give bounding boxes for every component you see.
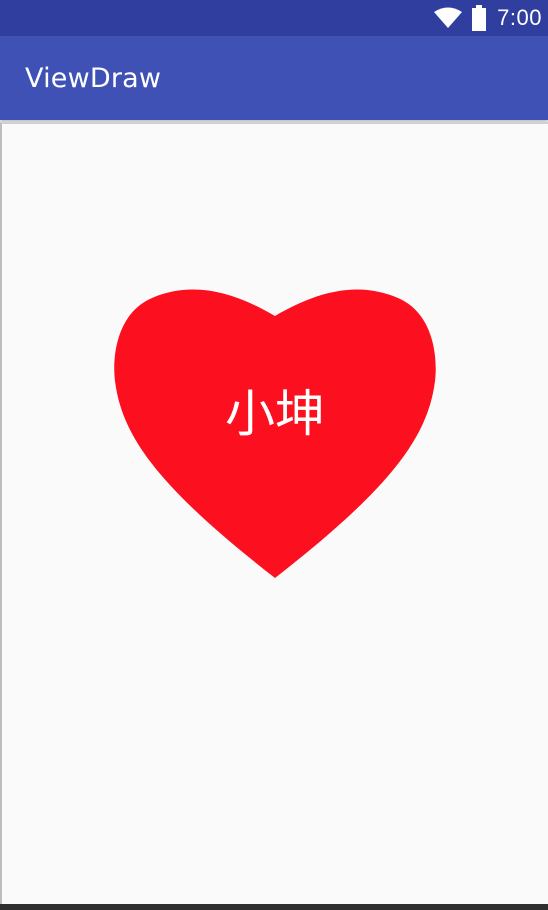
heart-shape[interactable]: 小坤: [112, 286, 438, 580]
heart-label: 小坤: [225, 385, 325, 443]
status-clock: 7:00: [497, 5, 542, 30]
app-bar: ViewDraw: [0, 36, 548, 120]
bottom-edge: [0, 904, 548, 910]
screen: 7:00 ViewDraw 小坤: [0, 0, 548, 910]
wifi-icon: [433, 7, 463, 29]
app-title: ViewDraw: [25, 62, 162, 94]
status-bar: 7:00: [0, 0, 548, 36]
battery-icon: [471, 5, 487, 31]
